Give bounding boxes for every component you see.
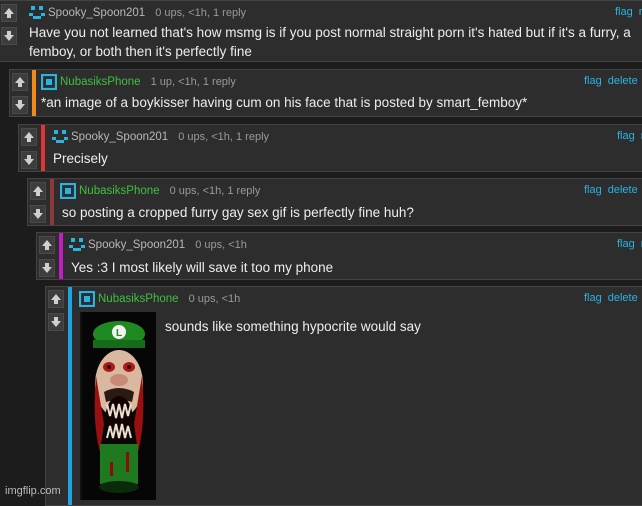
comment-meta: 0 ups, <1h, 1 reply <box>155 7 247 19</box>
vote-column <box>0 1 19 61</box>
upvote-button[interactable] <box>30 182 46 200</box>
upvote-button[interactable] <box>39 236 55 254</box>
comment-text: so posting a cropped furry gay sex gif i… <box>62 205 414 220</box>
comment-meta: 0 ups, <1h <box>195 239 247 251</box>
comment-text: Have you not learned that's how msmg is … <box>29 25 631 59</box>
comment-header: NubasiksPhone 0 ups, <1h, 1 reply <box>60 183 260 199</box>
comment-actions: flagdeleter <box>584 184 642 196</box>
comment-header: NubasiksPhone 1 up, <1h, 1 reply <box>41 74 236 90</box>
arrow-down-icon <box>33 209 43 219</box>
username-link[interactable]: NubasiksPhone <box>60 76 141 88</box>
flag-link[interactable]: flag <box>584 184 602 196</box>
thread-bar <box>68 287 72 505</box>
comment-4: NubasiksPhone 0 ups, <1h, 1 reply flag de… <box>27 178 642 226</box>
downvote-button[interactable] <box>30 205 46 223</box>
comment-1: Spooky_Spoon201 0 ups, <1h, 1 reply flag… <box>0 0 642 62</box>
flag-link[interactable]: flag <box>584 75 602 87</box>
flag-link[interactable]: flag <box>617 130 635 142</box>
arrow-up-icon <box>33 186 43 196</box>
flag-link[interactable]: flag <box>584 292 602 304</box>
vote-column <box>10 70 30 116</box>
username-link[interactable]: NubasiksPhone <box>79 185 160 197</box>
comment-text: Yes :3 I most likely will save it too my… <box>71 260 334 275</box>
downvote-button[interactable] <box>12 96 28 114</box>
comment-meta: 0 ups, <1h, 1 reply <box>178 131 270 143</box>
comment-meta: 1 up, <1h, 1 reply <box>150 76 236 88</box>
arrow-up-icon <box>15 77 25 87</box>
comment-actions: flagdeleter <box>584 292 642 304</box>
thread-bar <box>59 233 63 279</box>
comment-3: Spooky_Spoon201 0 ups, <1h, 1 reply flag… <box>18 124 642 172</box>
downvote-button[interactable] <box>39 259 55 277</box>
delete-link[interactable]: delete <box>608 184 638 196</box>
comment-actions: flagr <box>617 130 642 142</box>
spooky-face-icon <box>52 130 68 143</box>
arrow-down-icon <box>15 100 25 110</box>
vote-column <box>46 287 66 335</box>
arrow-down-icon <box>4 31 14 41</box>
blue-square-icon <box>41 74 57 90</box>
imgflip-watermark: imgflip.com <box>5 485 61 497</box>
comment-header: Spooky_Spoon201 0 ups, <1h, 1 reply <box>29 5 246 21</box>
arrow-down-icon <box>24 155 34 165</box>
comment-2: NubasiksPhone 1 up, <1h, 1 reply flag del… <box>9 69 642 117</box>
comment-meta: 0 ups, <1h <box>188 293 241 305</box>
comment-text: Precisely <box>53 151 108 166</box>
comment-actions: flagdeleter <box>584 75 642 87</box>
comment-actions: flagr <box>617 238 642 250</box>
downvote-button[interactable] <box>48 313 64 331</box>
spooky-face-icon <box>69 238 85 251</box>
username-link[interactable]: Spooky_Spoon201 <box>71 131 168 143</box>
downvote-button[interactable] <box>21 151 37 169</box>
upvote-button[interactable] <box>21 128 37 146</box>
comment-image[interactable]: L <box>80 312 156 500</box>
spooky-face-icon <box>29 6 45 19</box>
comment-header: Spooky_Spoon201 0 ups, <1h <box>69 237 247 253</box>
delete-link[interactable]: delete <box>608 75 638 87</box>
arrow-down-icon <box>42 263 52 273</box>
username-link[interactable]: Spooky_Spoon201 <box>88 239 185 251</box>
thread-bar <box>41 125 45 171</box>
vote-column <box>28 179 48 225</box>
delete-link[interactable]: delete <box>608 292 638 304</box>
comment-text: sounds like something hypocrite would sa… <box>165 319 421 334</box>
upvote-button[interactable] <box>48 290 64 308</box>
blue-square-icon <box>60 183 76 199</box>
vote-column <box>19 125 39 171</box>
comment-meta: 0 ups, <1h, 1 reply <box>169 185 261 197</box>
flag-link[interactable]: flag <box>615 6 633 18</box>
downvote-button[interactable] <box>1 27 17 45</box>
username-link[interactable]: Spooky_Spoon201 <box>48 7 145 19</box>
thread-bar <box>50 179 54 225</box>
arrow-up-icon <box>42 240 52 250</box>
vote-column <box>37 233 57 279</box>
arrow-up-icon <box>4 8 14 18</box>
arrow-down-icon <box>51 317 61 327</box>
thread-bar <box>32 70 36 116</box>
comment-header: Spooky_Spoon201 0 ups, <1h, 1 reply <box>52 129 269 145</box>
creepy-luigi-image: L <box>82 312 156 500</box>
comment-header: NubasiksPhone 0 ups, <1h <box>79 291 240 307</box>
comment-5: Spooky_Spoon201 0 ups, <1h flagr Yes :3 … <box>36 232 642 280</box>
svg-text:L: L <box>116 328 122 339</box>
comment-actions: flagr <box>615 6 642 18</box>
blue-square-icon <box>79 291 95 307</box>
comment-text: *an image of a boykisser having cum on h… <box>41 95 528 110</box>
flag-link[interactable]: flag <box>617 238 635 250</box>
arrow-up-icon <box>51 294 61 304</box>
upvote-button[interactable] <box>12 73 28 91</box>
upvote-button[interactable] <box>1 4 17 22</box>
arrow-up-icon <box>24 132 34 142</box>
username-link[interactable]: NubasiksPhone <box>98 293 179 305</box>
